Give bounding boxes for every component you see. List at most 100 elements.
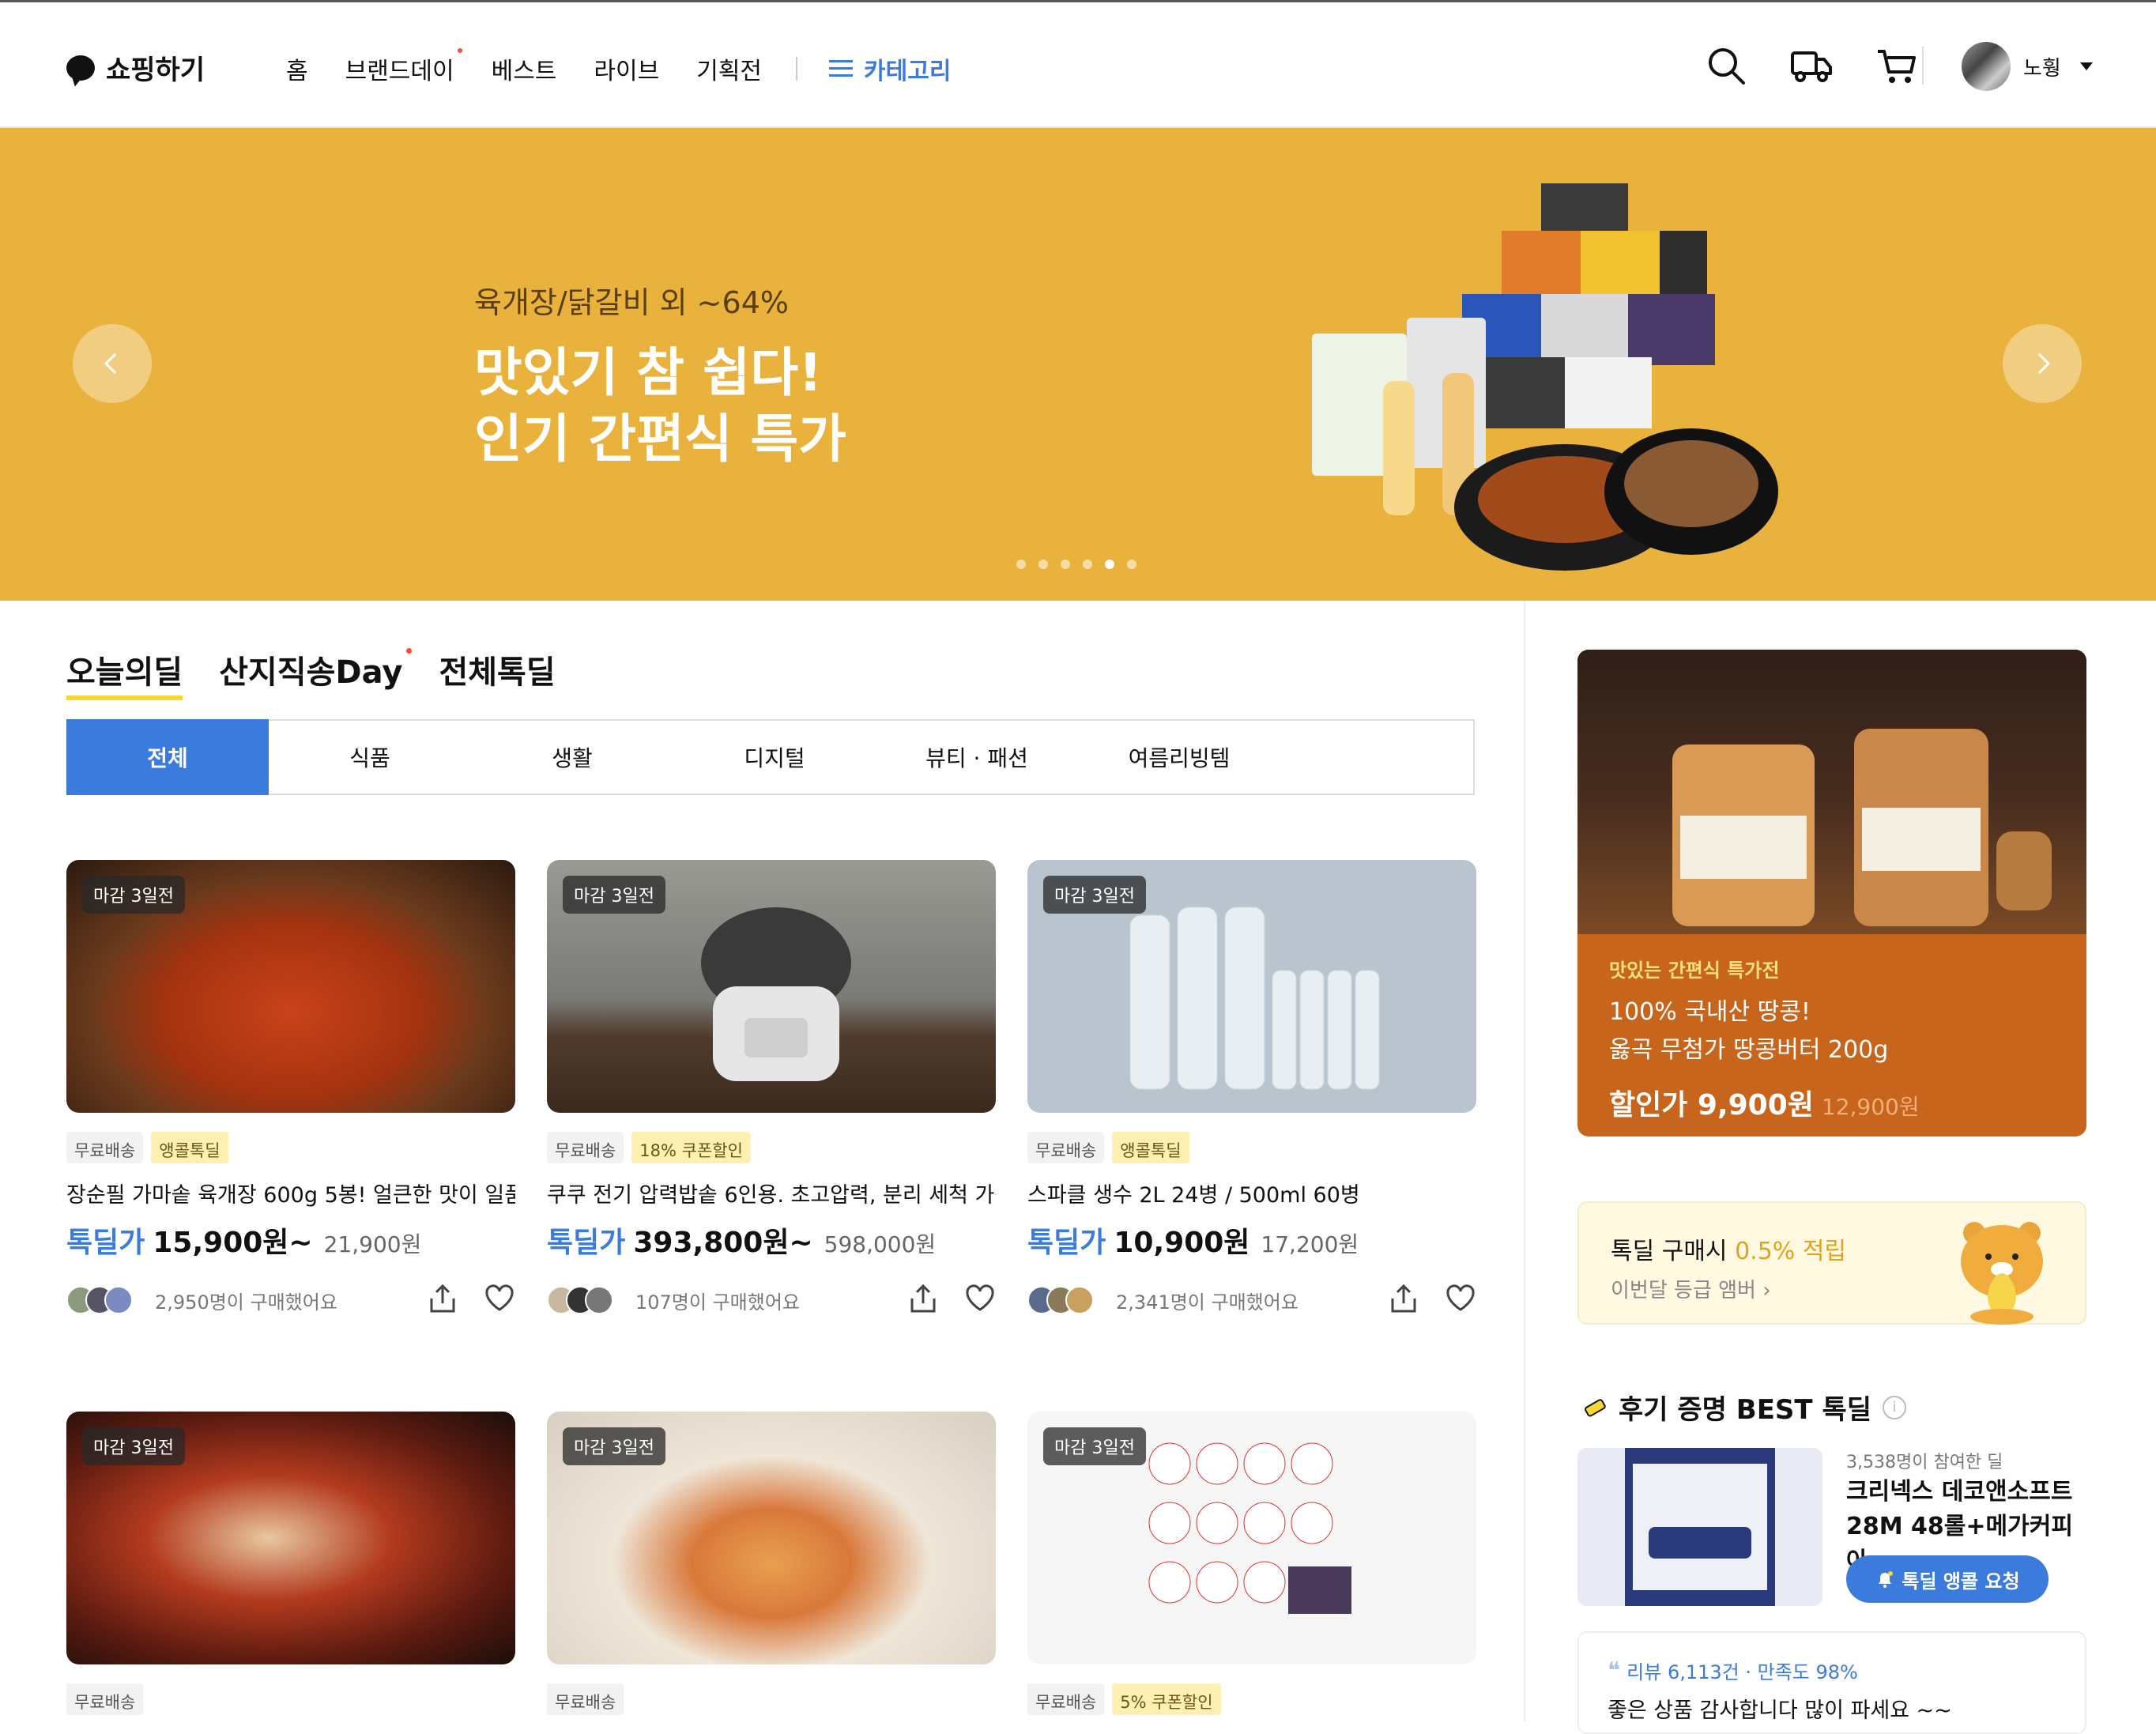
point-banner[interactable]: 톡딜 구매시 0.5% 적립 이번달 등급 앰버 ›: [1577, 1201, 2086, 1325]
chevron-right-icon: [2037, 352, 2051, 375]
promo-kicker: 맛있는 간편식 특가전: [1609, 959, 1780, 982]
rice-cooker-illustration: [701, 907, 851, 1081]
product-card[interactable]: 마감 3일전 무료배송 앵콜톡딜 스파클 생수 2L 24병 / 500ml 6…: [1027, 860, 1476, 1317]
tab-all-deals[interactable]: 전체톡딜: [439, 646, 555, 700]
product-image[interactable]: 마감 3일전: [66, 1412, 515, 1664]
cart-icon[interactable]: [1875, 43, 1919, 88]
buyer-count: 107명이 구매했어요: [635, 1291, 800, 1314]
promo-card[interactable]: 맛있는 간편식 특가전 100% 국내산 땅콩! 옳곡 무첨가 땅콩버터 200…: [1577, 650, 2086, 1137]
user-menu[interactable]: 노훵: [1962, 42, 2093, 91]
category-tab-food[interactable]: 식품: [269, 721, 471, 793]
category-tab-beauty[interactable]: 뷰티 · 패션: [876, 721, 1078, 793]
delivery-truck-icon[interactable]: [1789, 43, 1834, 88]
nav-category[interactable]: 카테고리: [829, 51, 951, 86]
category-tab-digital[interactable]: 디지털: [673, 721, 876, 793]
product-card[interactable]: 마감 3일전 무료배송 앵콜톡딜 장순필 가마솥 육개장 600g 5봉! 얼큰…: [66, 860, 515, 1317]
heart-icon[interactable]: [484, 1283, 515, 1314]
share-icon[interactable]: [427, 1283, 458, 1314]
price: 15,900원~: [153, 1227, 313, 1259]
encore-request-button[interactable]: 톡딜 앵콜 요청: [1846, 1555, 2049, 1603]
heart-icon[interactable]: [1445, 1283, 1476, 1314]
hero-banner[interactable]: 육개장/닭갈비 외 ~64% 맛있기 참 쉽다! 인기 간편식 특가: [0, 128, 2156, 601]
product-name[interactable]: 스파클 생수 2L 24병 / 500ml 60병: [1027, 1178, 1476, 1208]
product-name[interactable]: 쿠쿠 전기 압력밥솥 6인용. 초고압력, 분리 세척 가능: [547, 1178, 996, 1208]
bell-icon: [1879, 1571, 1894, 1588]
original-price: 598,000원: [824, 1231, 937, 1257]
deadline-badge: 마감 3일전: [82, 876, 185, 914]
category-tab-summer[interactable]: 여름리빙템: [1078, 721, 1280, 793]
column-divider: [1524, 601, 1525, 1721]
tag-free-shipping: 무료배송: [547, 1132, 624, 1163]
product-image[interactable]: 마감 3일전: [547, 1412, 996, 1664]
review-summary[interactable]: ❝ 리뷰 6,113건 · 만족도 98% 좋은 상품 감사합니다 많이 파세요 …: [1577, 1631, 2086, 1734]
hero-next-button[interactable]: [2003, 324, 2082, 403]
product-card[interactable]: 마감 3일전 무료배송 18% 쿠폰할인 쿠쿠 전기 압력밥솥 6인용. 초고압…: [547, 860, 996, 1317]
peanut-butter-illustration: [1672, 729, 2052, 926]
tag-free-shipping: 무료배송: [547, 1683, 624, 1715]
hero-product-image: [1312, 183, 1778, 571]
deadline-badge: 마감 3일전: [1043, 1427, 1146, 1465]
logo[interactable]: 쇼핑하기: [66, 48, 205, 87]
share-icon[interactable]: [1388, 1283, 1419, 1314]
water-bottles-illustration: [1129, 907, 1380, 1090]
hero-prev-button[interactable]: [73, 324, 152, 403]
info-icon[interactable]: i: [1883, 1395, 1907, 1419]
original-price: 17,200원: [1261, 1231, 1359, 1257]
tag-free-shipping: 무료배송: [66, 1132, 144, 1163]
pagination-dot[interactable]: [1083, 560, 1092, 569]
share-icon[interactable]: [907, 1283, 939, 1314]
category-tab-all[interactable]: 전체: [66, 719, 269, 795]
pagination-dot[interactable]: [1038, 560, 1048, 569]
product-image[interactable]: 마감 3일전: [1027, 1412, 1476, 1664]
instant-rice-illustration: [1148, 1442, 1351, 1614]
hero-subtitle: 육개장/닭갈비 외 ~64%: [474, 285, 789, 320]
nav-exhibition[interactable]: 기획전: [696, 51, 762, 86]
product-name[interactable]: 장순필 가마솥 육개장 600g 5봉! 얼큰한 맛이 일품: [66, 1178, 515, 1208]
caret-down-icon: [2079, 62, 2093, 70]
tab-today-deal[interactable]: 오늘의딜: [66, 646, 183, 700]
category-tab-living[interactable]: 생활: [471, 721, 673, 793]
hero-title-line2: 인기 간편식 특가: [474, 409, 846, 469]
deadline-badge: 마감 3일전: [82, 1427, 185, 1465]
tag-free-shipping: 무료배송: [1027, 1683, 1105, 1715]
tab-direct-delivery[interactable]: 산지직송Day: [219, 646, 413, 700]
best-deal-item[interactable]: 3,538명이 참여한 딜 크리넥스 데코앤소프트 28M 48롤+메가커피 아…: [1577, 1448, 2086, 1606]
pagination-dot[interactable]: [1016, 560, 1026, 569]
point-grade-link[interactable]: 이번달 등급 앰버 ›: [1611, 1274, 1771, 1303]
ryan-character-icon: [1961, 1222, 2043, 1325]
buyer-avatars: [66, 1286, 133, 1314]
product-image[interactable]: 마감 3일전: [1027, 860, 1476, 1113]
deadline-badge: 마감 3일전: [1043, 876, 1146, 914]
chevron-left-icon: [104, 352, 117, 375]
search-icon[interactable]: [1704, 43, 1748, 88]
product-image[interactable]: 마감 3일전: [66, 860, 515, 1113]
deadline-badge: 마감 3일전: [563, 1427, 665, 1465]
pagination-dot[interactable]: [1061, 560, 1070, 569]
promo-original-price: 12,900원: [1821, 1094, 1920, 1120]
header-divider: [1922, 47, 1924, 85]
hero-title: 맛있기 참 쉽다! 인기 간편식 특가: [474, 340, 846, 473]
header-actions: [1704, 43, 1919, 88]
nav-best[interactable]: 베스트: [492, 51, 557, 86]
main-nav: 홈 브랜드데이 베스트 라이브 기획전 카테고리: [286, 48, 951, 86]
nav-live[interactable]: 라이브: [594, 51, 659, 86]
pagination-dot-active[interactable]: [1105, 560, 1114, 569]
review-text: 좋은 상품 감사합니다 많이 파세요 ~~: [1608, 1698, 1952, 1723]
product-card[interactable]: 마감 3일전 무료배송: [547, 1412, 996, 1715]
best-deal-image[interactable]: [1577, 1448, 1822, 1606]
price: 10,900원: [1114, 1227, 1250, 1259]
product-image[interactable]: 마감 3일전: [547, 860, 996, 1113]
point-prefix: 톡딜 구매시: [1611, 1238, 1736, 1265]
best-deal-title-text: 후기 증명 BEST 톡딜: [1619, 1394, 1872, 1426]
product-card[interactable]: 마감 3일전 무료배송: [66, 1412, 515, 1715]
best-deal-title: 후기 증명 BEST 톡딜 i: [1581, 1388, 1907, 1427]
buyer-avatars: [1027, 1286, 1094, 1314]
hero-title-line1: 맛있기 참 쉽다!: [474, 342, 823, 403]
kleenex-package-illustration: [1625, 1448, 1775, 1606]
pagination-dot[interactable]: [1127, 560, 1136, 569]
nav-home[interactable]: 홈: [286, 51, 308, 86]
deadline-badge: 마감 3일전: [563, 876, 665, 914]
nav-brandday[interactable]: 브랜드데이: [345, 48, 462, 86]
heart-icon[interactable]: [964, 1283, 996, 1314]
product-card[interactable]: 마감 3일전 무료배송 5% 쿠폰할인: [1027, 1412, 1476, 1715]
